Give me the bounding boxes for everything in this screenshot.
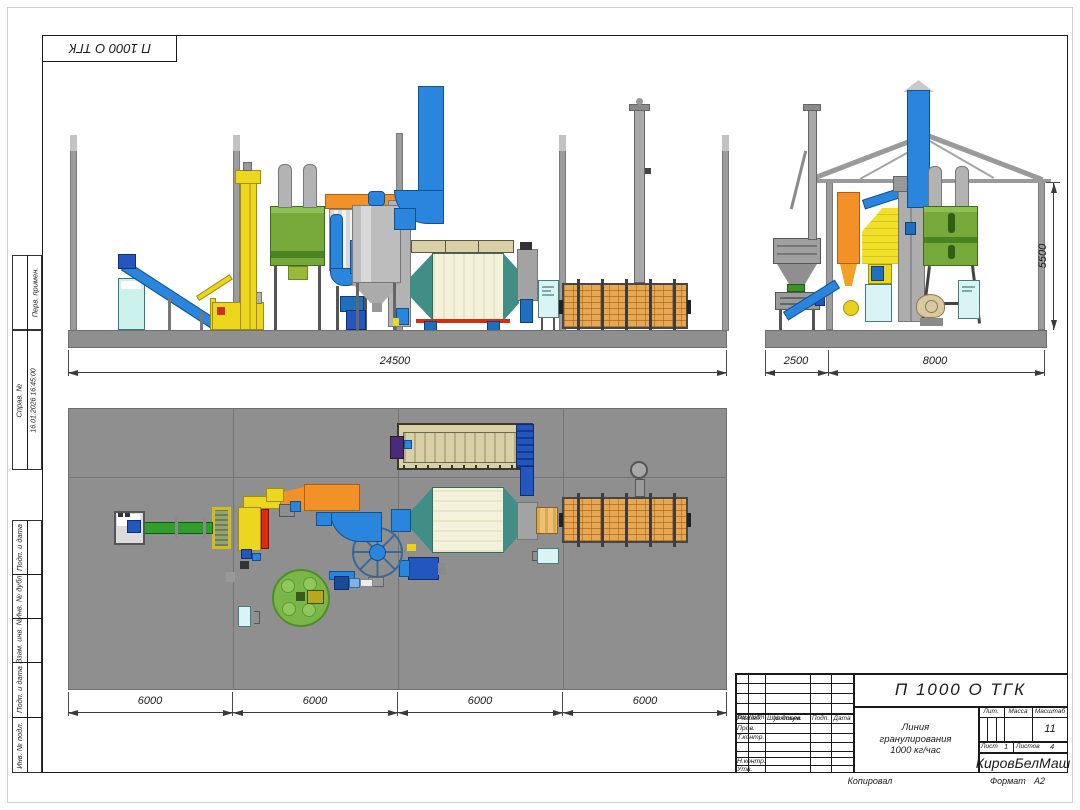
row-razrab-name: Шулятьев bbox=[767, 715, 809, 724]
row-razrab: Разраб. bbox=[737, 715, 765, 724]
title-block: П 1000 О ТГК Изм. Лист № докум. Подп. Да… bbox=[0, 0, 1080, 810]
doc-title: Линия гранулирования 1000 кг/час bbox=[855, 708, 976, 771]
kopiroval-label: Копировал bbox=[830, 776, 910, 786]
masshtab-label: Масштаб bbox=[1032, 706, 1068, 717]
list-value: 1 bbox=[1004, 742, 1012, 751]
listov-label: Листов bbox=[1016, 743, 1042, 750]
listov-value: 4 bbox=[1050, 742, 1060, 751]
col-podp: Подп. bbox=[810, 713, 831, 723]
row-utv: Утв. bbox=[737, 766, 765, 774]
row-prov: Пров. bbox=[737, 725, 765, 734]
row-nkontr: Н.контр. bbox=[737, 758, 765, 766]
list-label: Лист bbox=[981, 743, 999, 750]
row-tkontr: Т.контр. bbox=[737, 734, 765, 743]
drawing-sheet: П 1000 О ТГК Перв. примен. Справ. № 16.0… bbox=[0, 0, 1080, 810]
company-name: КировБелМаш bbox=[978, 752, 1068, 773]
massa-label: Масса bbox=[1004, 706, 1032, 717]
format-label: Формат bbox=[990, 776, 1030, 786]
format-value: А2 bbox=[1034, 776, 1054, 786]
titleblock-designation: П 1000 О ТГК bbox=[855, 675, 1066, 705]
lit-label: Лит. bbox=[978, 706, 1004, 717]
masshtab-value: 11 bbox=[1032, 717, 1068, 741]
col-data: Дата bbox=[831, 713, 853, 723]
